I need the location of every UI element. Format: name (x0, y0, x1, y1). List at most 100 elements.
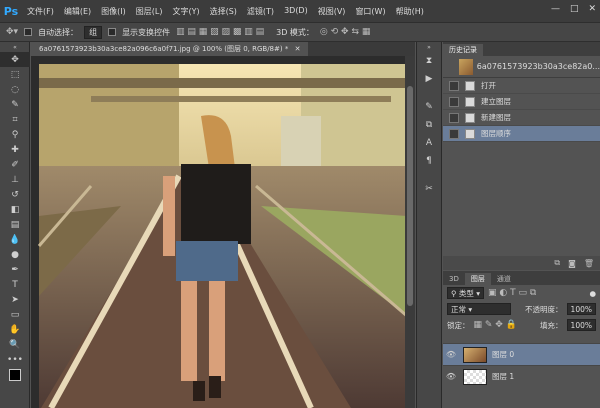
history-checkbox[interactable] (449, 80, 459, 91)
layer-filter-dropdown[interactable]: ⚲ 类型 ▾ (447, 287, 485, 299)
lasso-tool-icon[interactable]: ◌ (0, 82, 30, 97)
document-tab-close-icon[interactable]: ✕ (295, 45, 301, 53)
3d-mode-icons[interactable]: ◎ ⟲ ✥ ⇆ ▦ (320, 27, 370, 37)
eraser-tool-icon[interactable]: ◧ (0, 202, 30, 217)
menu-edit[interactable]: 编辑(E) (59, 6, 96, 17)
history-panel: 历史记录 6a0761573923b30a3ce82a0... 打开 建立图层 … (443, 42, 600, 270)
fill-label: 填充： (540, 320, 563, 330)
document-tab[interactable]: 6a0761573923b30a3ce82a096c6a0f71.jpg @ 1… (31, 42, 309, 56)
history-panel-icon[interactable]: ⧗ (417, 52, 441, 70)
character-panel-icon[interactable]: A (417, 134, 441, 152)
history-item-new-layer[interactable]: 新建图层 (443, 110, 600, 126)
auto-select-checkbox[interactable] (24, 28, 33, 36)
history-checkbox[interactable] (449, 96, 459, 107)
gradient-tool-icon[interactable]: ▤ (0, 217, 30, 232)
pen-tool-icon[interactable]: ✒ (0, 262, 30, 277)
layer-filter-icons[interactable]: ▣ ◐ T ▭ ⧉ (488, 288, 536, 298)
tab-channels[interactable]: 通道 (491, 273, 517, 285)
history-item-label: 图层顺序 (481, 129, 511, 138)
dodge-tool-icon[interactable]: ● (0, 247, 30, 262)
blend-mode-dropdown[interactable]: 正常 ▾ (447, 303, 511, 315)
move-tool-icon[interactable]: ✥ (0, 52, 30, 67)
trash-icon[interactable]: 🗑 (584, 259, 594, 268)
healing-brush-tool-icon[interactable]: ✚ (0, 142, 30, 157)
shape-tool-icon[interactable]: ▭ (0, 307, 30, 322)
blend-opacity-row: 正常 ▾ 不透明度： 100% (443, 301, 600, 317)
menu-filter[interactable]: 滤镜(T) (242, 6, 279, 17)
menu-type[interactable]: 文字(Y) (167, 6, 204, 17)
tab-layers[interactable]: 图层 (464, 273, 491, 285)
3d-mode-label: 3D 模式： (276, 27, 314, 37)
strip-collapse-icon[interactable]: » (417, 42, 441, 52)
history-brush-tool-icon[interactable]: ↺ (0, 187, 30, 202)
color-swatch-icon[interactable] (0, 367, 30, 382)
clone-source-icon[interactable]: ⧉ (417, 116, 441, 134)
document-canvas[interactable] (31, 56, 415, 408)
toolbox: « ✥ ⬚ ◌ ✎ ⌗ ⚲ ✚ ✐ ⊥ ↺ ◧ ▤ 💧 ● ✒ T ➤ ▭ ✋ … (0, 42, 30, 408)
eyedropper-tool-icon[interactable]: ⚲ (0, 127, 30, 142)
path-select-tool-icon[interactable]: ➤ (0, 292, 30, 307)
document-tab-title: 6a0761573923b30a3ce82a096c6a0f71.jpg @ 1… (39, 45, 289, 53)
lock-icons[interactable]: ▦ ✎ ✥ 🔒 (474, 320, 517, 330)
visibility-eye-icon[interactable]: 👁 (443, 350, 459, 359)
menu-layer[interactable]: 图层(L) (131, 6, 168, 17)
align-icons[interactable]: ▥ ▤ ▦ ▧ ▨ ▩ ▥ ▤ (176, 27, 264, 37)
more-tools-icon[interactable]: ••• (0, 352, 30, 367)
history-snapshot[interactable]: 6a0761573923b30a3ce82a0... (443, 56, 600, 78)
canvas-vertical-scrollbar[interactable] (405, 56, 415, 408)
history-checkbox[interactable] (449, 112, 459, 123)
maximize-button[interactable]: □ (570, 4, 579, 14)
menu-image[interactable]: 图像(I) (96, 6, 131, 17)
new-document-icon[interactable]: ⧉ (554, 258, 560, 268)
hand-tool-icon[interactable]: ✋ (0, 322, 30, 337)
brush-tool-icon[interactable]: ✐ (0, 157, 30, 172)
history-item-create-layer[interactable]: 建立图层 (443, 94, 600, 110)
visibility-eye-icon[interactable]: 👁 (443, 372, 459, 381)
history-step-icon (465, 128, 475, 139)
close-button[interactable]: ✕ (588, 4, 596, 14)
tab-3d[interactable]: 3D (443, 273, 465, 285)
auto-select-dropdown[interactable]: 组 (84, 25, 103, 39)
history-item-open[interactable]: 打开 (443, 78, 600, 94)
opacity-input[interactable]: 100% (566, 303, 596, 315)
tools-preset-icon[interactable]: ✂ (417, 180, 441, 198)
tab-history[interactable]: 历史记录 (443, 44, 483, 56)
history-item-label: 打开 (481, 81, 496, 90)
blur-tool-icon[interactable]: 💧 (0, 232, 30, 247)
crop-tool-icon[interactable]: ⌗ (0, 112, 30, 127)
show-transform-checkbox[interactable] (108, 28, 117, 36)
snapshot-label: 6a0761573923b30a3ce82a0... (476, 62, 600, 71)
history-item-layer-order[interactable]: 图层顺序 (443, 126, 600, 142)
toolbox-collapse-icon[interactable]: « (0, 42, 30, 52)
type-tool-icon[interactable]: T (0, 277, 30, 292)
camera-icon[interactable]: ◙ (568, 259, 576, 268)
brush-panel-icon[interactable]: ✎ (417, 98, 441, 116)
actions-panel-icon[interactable]: ▶ (417, 70, 441, 88)
layers-panel-tabs: 3D 图层 通道 (443, 271, 600, 285)
layer-name: 图层 1 (492, 372, 515, 381)
lock-fill-row: 锁定： ▦ ✎ ✥ 🔒 填充： 100% (443, 317, 600, 333)
panel-icon-strip: » ⧗ ▶ ✎ ⧉ A ¶ ✂ (416, 42, 442, 408)
paragraph-panel-icon[interactable]: ¶ (417, 152, 441, 170)
menu-help[interactable]: 帮助(H) (391, 6, 429, 17)
marquee-tool-icon[interactable]: ⬚ (0, 67, 30, 82)
filter-toggle-icon[interactable]: ● (589, 289, 596, 298)
menu-view[interactable]: 视图(V) (313, 6, 351, 17)
quick-select-tool-icon[interactable]: ✎ (0, 97, 30, 112)
move-tool-icon[interactable]: ✥▾ (6, 27, 18, 37)
menu-3d[interactable]: 3D(D) (279, 6, 313, 17)
history-panel-tabs: 历史记录 (443, 42, 600, 56)
minimize-button[interactable]: — (551, 4, 560, 14)
history-checkbox[interactable] (449, 128, 459, 139)
menu-file[interactable]: 文件(F) (22, 6, 59, 17)
zoom-tool-icon[interactable]: 🔍 (0, 337, 30, 352)
fill-input[interactable]: 100% (566, 319, 596, 331)
menu-list: 文件(F) 编辑(E) 图像(I) 图层(L) 文字(Y) 选择(S) 滤镜(T… (22, 6, 429, 17)
scrollbar-thumb[interactable] (407, 86, 413, 306)
layer-row-0[interactable]: 👁 图层 0 (443, 343, 600, 365)
layer-row-1[interactable]: 👁 图层 1 (443, 365, 600, 387)
clone-stamp-tool-icon[interactable]: ⊥ (0, 172, 30, 187)
layers-panel: 3D 图层 通道 ⚲ 类型 ▾ ▣ ◐ T ▭ ⧉ ● 正常 ▾ 不透明度： 1… (443, 271, 600, 408)
menu-window[interactable]: 窗口(W) (350, 6, 390, 17)
menu-select[interactable]: 选择(S) (205, 6, 242, 17)
